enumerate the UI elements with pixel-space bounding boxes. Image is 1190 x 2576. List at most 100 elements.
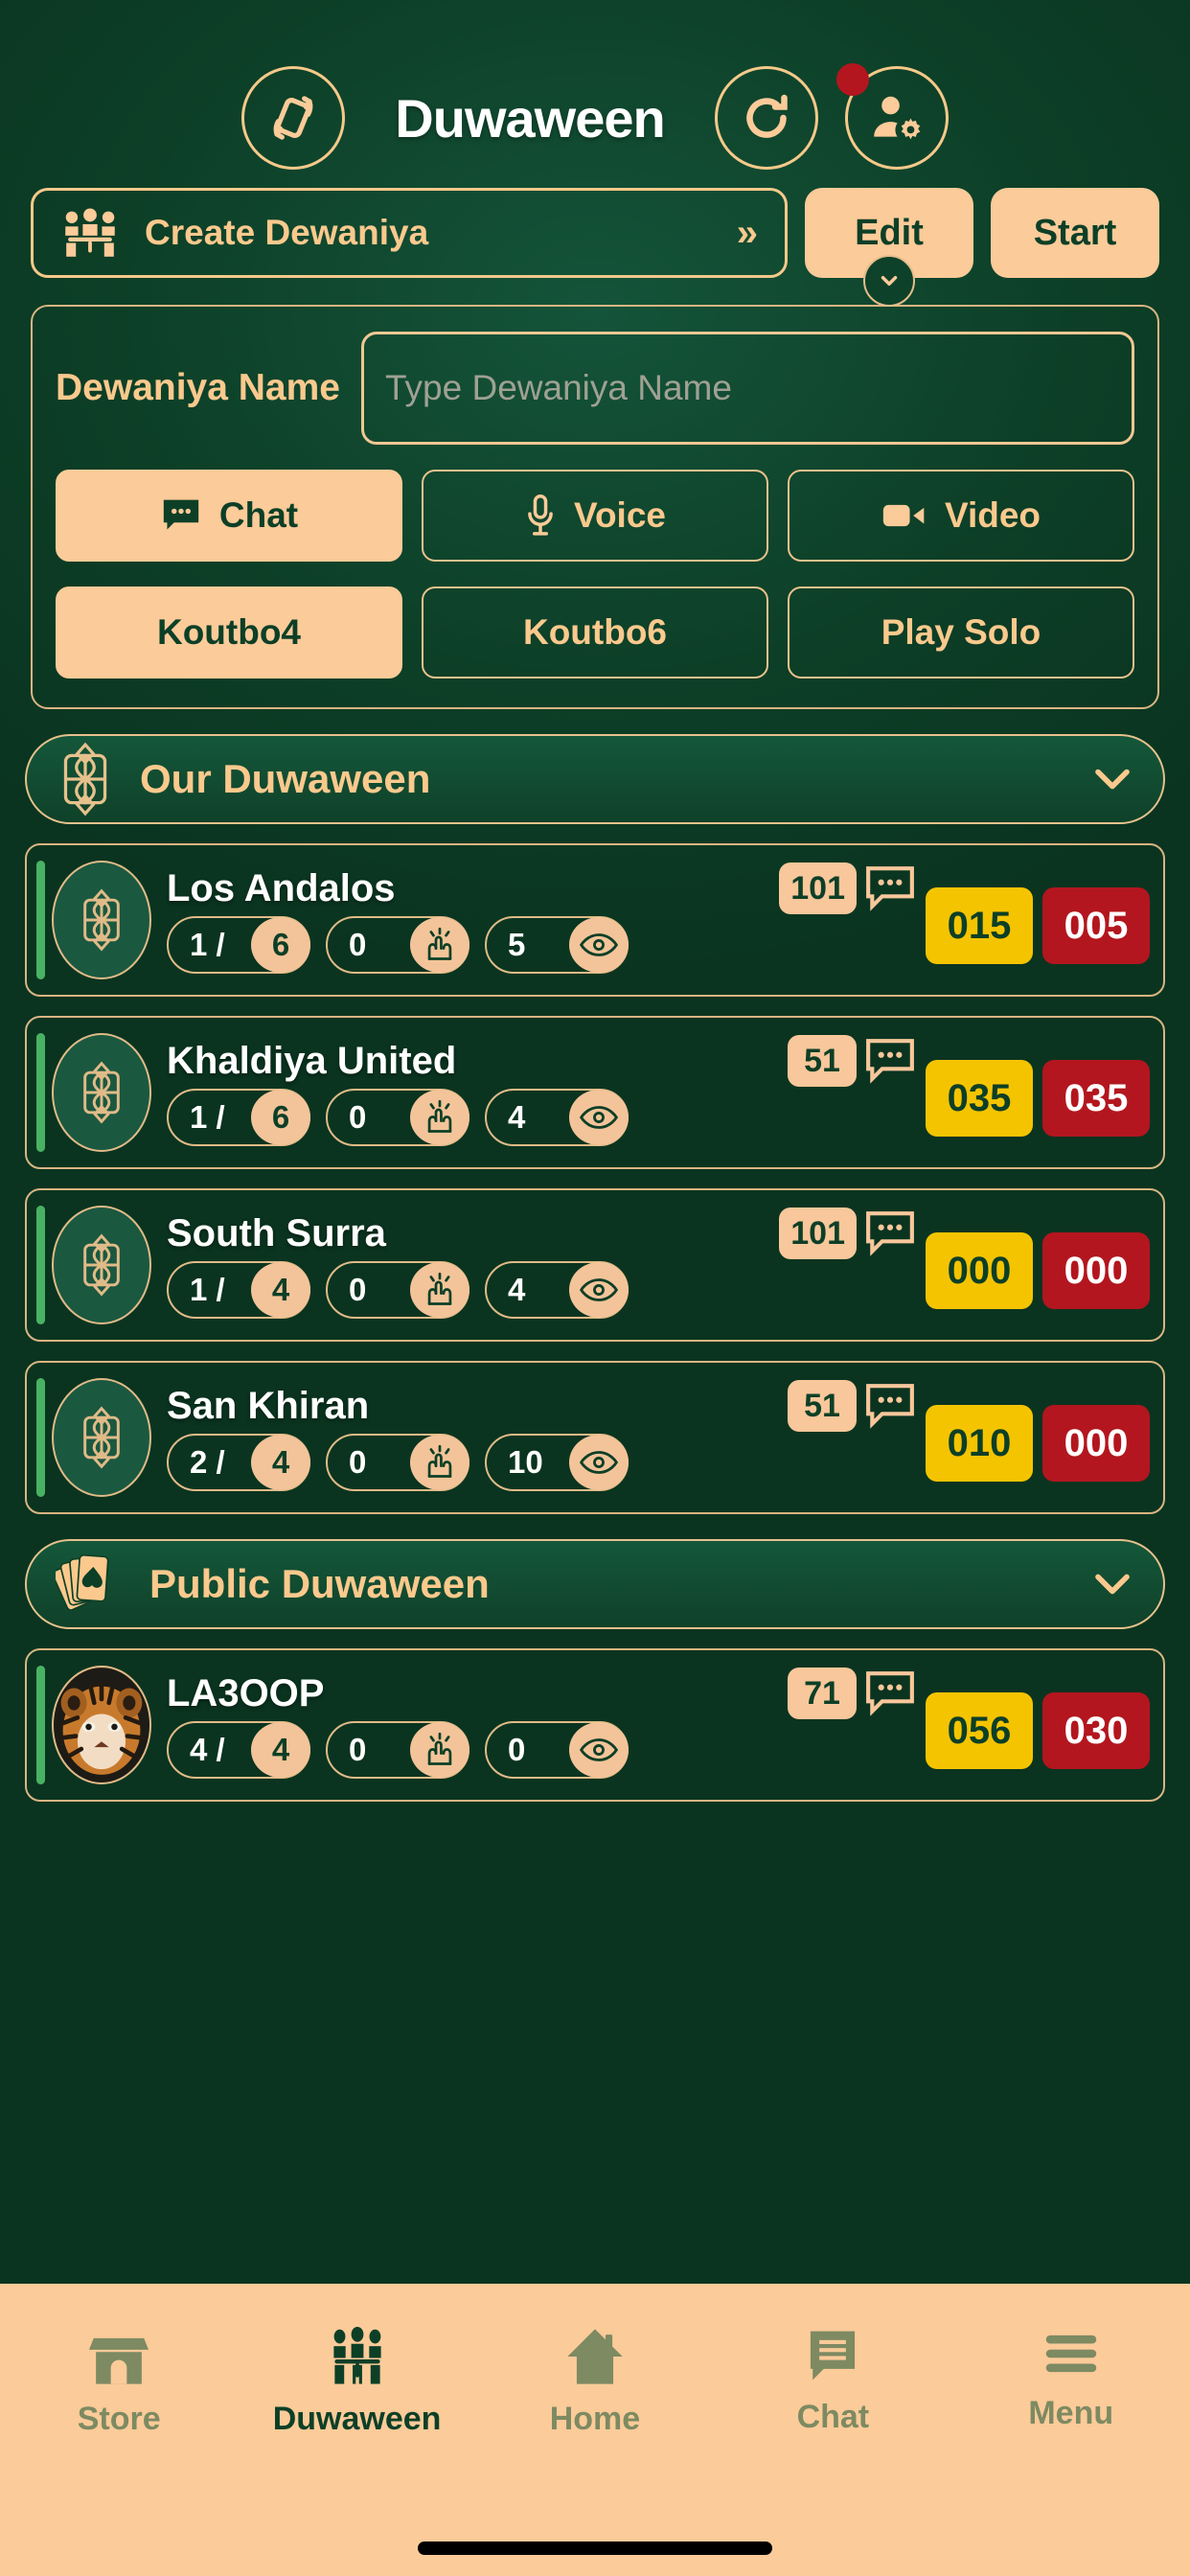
section-header-our-duwaween[interactable]: Our Duwaween [25,734,1165,824]
nav-item-chat[interactable]: Chat [737,2326,928,2436]
game-option-koutbo4[interactable]: Koutbo4 [56,586,402,678]
nav-label-store: Store [77,2401,161,2437]
room-info: San Khiran 2 / 4 0 10 [167,1385,788,1491]
playing-cards-icon [56,1549,125,1620]
message-badge-group[interactable]: 51 [788,1376,916,1432]
players-pill[interactable]: 2 / 4 [167,1433,310,1491]
room-card[interactable]: Khaldiya United 1 / 6 0 4 51 035 035 [25,1016,1165,1169]
game-option-play-solo[interactable]: Play Solo [788,586,1134,678]
room-avatar [52,1666,151,1784]
score-gold: 035 [926,1060,1033,1137]
game-option-koutbo6[interactable]: Koutbo6 [422,586,768,678]
room-name: Los Andalos [167,866,396,909]
cheer-pill[interactable]: 0 [326,1433,469,1491]
room-score-area: 51 035 035 [788,1018,1150,1167]
room-card[interactable]: LA3OOP 4 / 4 0 0 71 056 030 [25,1648,1165,1802]
chat-icon [804,2326,861,2385]
mode-option-row: Chat Voice Video [56,470,1134,562]
live-indicator-bar [36,1378,45,1497]
refresh-button[interactable] [714,66,818,170]
chevron-down-icon[interactable] [1090,1570,1134,1598]
score-red: 030 [1042,1692,1150,1769]
cheer-hands-icon [410,1089,469,1145]
viewers-count: 0 [508,1731,526,1767]
score-red: 000 [1042,1405,1150,1482]
viewers-pill[interactable]: 10 [485,1433,629,1491]
chat-bubble-icon [160,496,202,535]
viewers-pill[interactable]: 4 [485,1260,629,1319]
score-gold: 010 [926,1405,1033,1482]
players-current: 2 / [190,1443,225,1480]
players-max: 4 [251,1434,310,1490]
bottom-navigation: Store Duwaween Home Chat Menu [0,2284,1190,2576]
cheer-pill[interactable]: 0 [326,1260,469,1319]
eye-icon [569,916,629,973]
people-at-table-icon [327,2326,388,2387]
players-max: 4 [251,1261,310,1318]
room-name: San Khiran [167,1384,370,1427]
edit-expand-toggle[interactable] [863,255,915,307]
nav-item-menu[interactable]: Menu [975,2326,1167,2432]
dewaniya-name-input[interactable] [360,332,1134,445]
score-red: 005 [1042,887,1150,964]
page-title: Duwaween [395,87,665,149]
room-card[interactable]: Los Andalos 1 / 6 0 5 101 015 005 [25,843,1165,997]
message-badge-group[interactable]: 101 [779,1204,916,1259]
viewers-pill[interactable]: 5 [485,915,629,974]
nav-item-duwaween[interactable]: Duwaween [262,2326,453,2438]
primary-action-row: Create Dewaniya » Edit Start [0,188,1190,307]
players-pill[interactable]: 1 / 6 [167,1088,310,1146]
nav-item-home[interactable]: Home [499,2326,691,2438]
room-name: South Surra [167,1211,386,1254]
room-score-area: 71 056 030 [788,1650,1150,1800]
profile-settings-icon [867,88,927,148]
rotate-device-button[interactable] [241,66,346,170]
message-badge-group[interactable]: 71 [788,1664,916,1719]
edit-button[interactable]: Edit [805,188,973,307]
live-indicator-bar [36,1033,45,1152]
room-avatar [52,861,151,979]
message-count-badge: 71 [788,1668,857,1719]
mode-option-video-label: Video [944,495,1041,535]
room-score-area: 101 000 000 [779,1190,1150,1340]
message-count-badge: 101 [779,1208,857,1259]
nav-label-duwaween: Duwaween [272,2401,442,2437]
room-card[interactable]: San Khiran 2 /4 0 10 51 010 000 [25,1361,1165,1514]
live-indicator-bar [36,1666,45,1784]
players-current: 1 / [190,926,225,962]
players-pill[interactable]: 4 / 4 [167,1720,310,1779]
cheer-pill[interactable]: 0 [326,915,469,974]
profile-settings-button[interactable] [835,63,949,170]
viewers-pill[interactable]: 4 [485,1088,629,1146]
score-red: 000 [1042,1232,1150,1309]
nav-item-store[interactable]: Store [23,2326,215,2438]
nav-label-menu: Menu [1028,2395,1114,2431]
create-dewaniya-button[interactable]: Create Dewaniya » [31,188,788,278]
viewers-pill[interactable]: 0 [485,1720,629,1779]
eye-icon [569,1261,629,1318]
chevron-down-icon[interactable] [1090,765,1134,794]
ornament-emblem-icon [77,1406,126,1469]
message-badge-group[interactable]: 101 [779,859,916,914]
mode-option-chat[interactable]: Chat [56,470,402,562]
start-label: Start [1033,212,1117,253]
people-at-table-icon [60,206,120,260]
mode-option-video[interactable]: Video [788,470,1134,562]
cheer-count: 0 [349,1731,367,1767]
room-stat-pills: 1 / 6 0 5 [167,915,779,974]
cheer-pill[interactable]: 0 [326,1088,469,1146]
message-badge-group[interactable]: 51 [788,1031,916,1087]
players-pill[interactable]: 1 / 4 [167,1260,310,1319]
section-title-our-duwaween: Our Duwaween [140,756,431,801]
game-option-koutbo6-label: Koutbo6 [522,612,668,652]
section-header-public-duwaween[interactable]: Public Duwaween [25,1539,1165,1629]
room-stat-pills: 4 / 4 0 0 [167,1720,788,1779]
cheer-count: 0 [349,1443,367,1480]
mode-option-voice[interactable]: Voice [422,470,768,562]
players-pill[interactable]: 1 / 6 [167,915,310,974]
score-red: 035 [1042,1060,1150,1137]
eye-icon [569,1089,629,1145]
start-button[interactable]: Start [991,188,1159,278]
room-card[interactable]: South Surra 1 / 4 0 4 101 000 000 [25,1188,1165,1342]
cheer-pill[interactable]: 0 [326,1720,469,1779]
